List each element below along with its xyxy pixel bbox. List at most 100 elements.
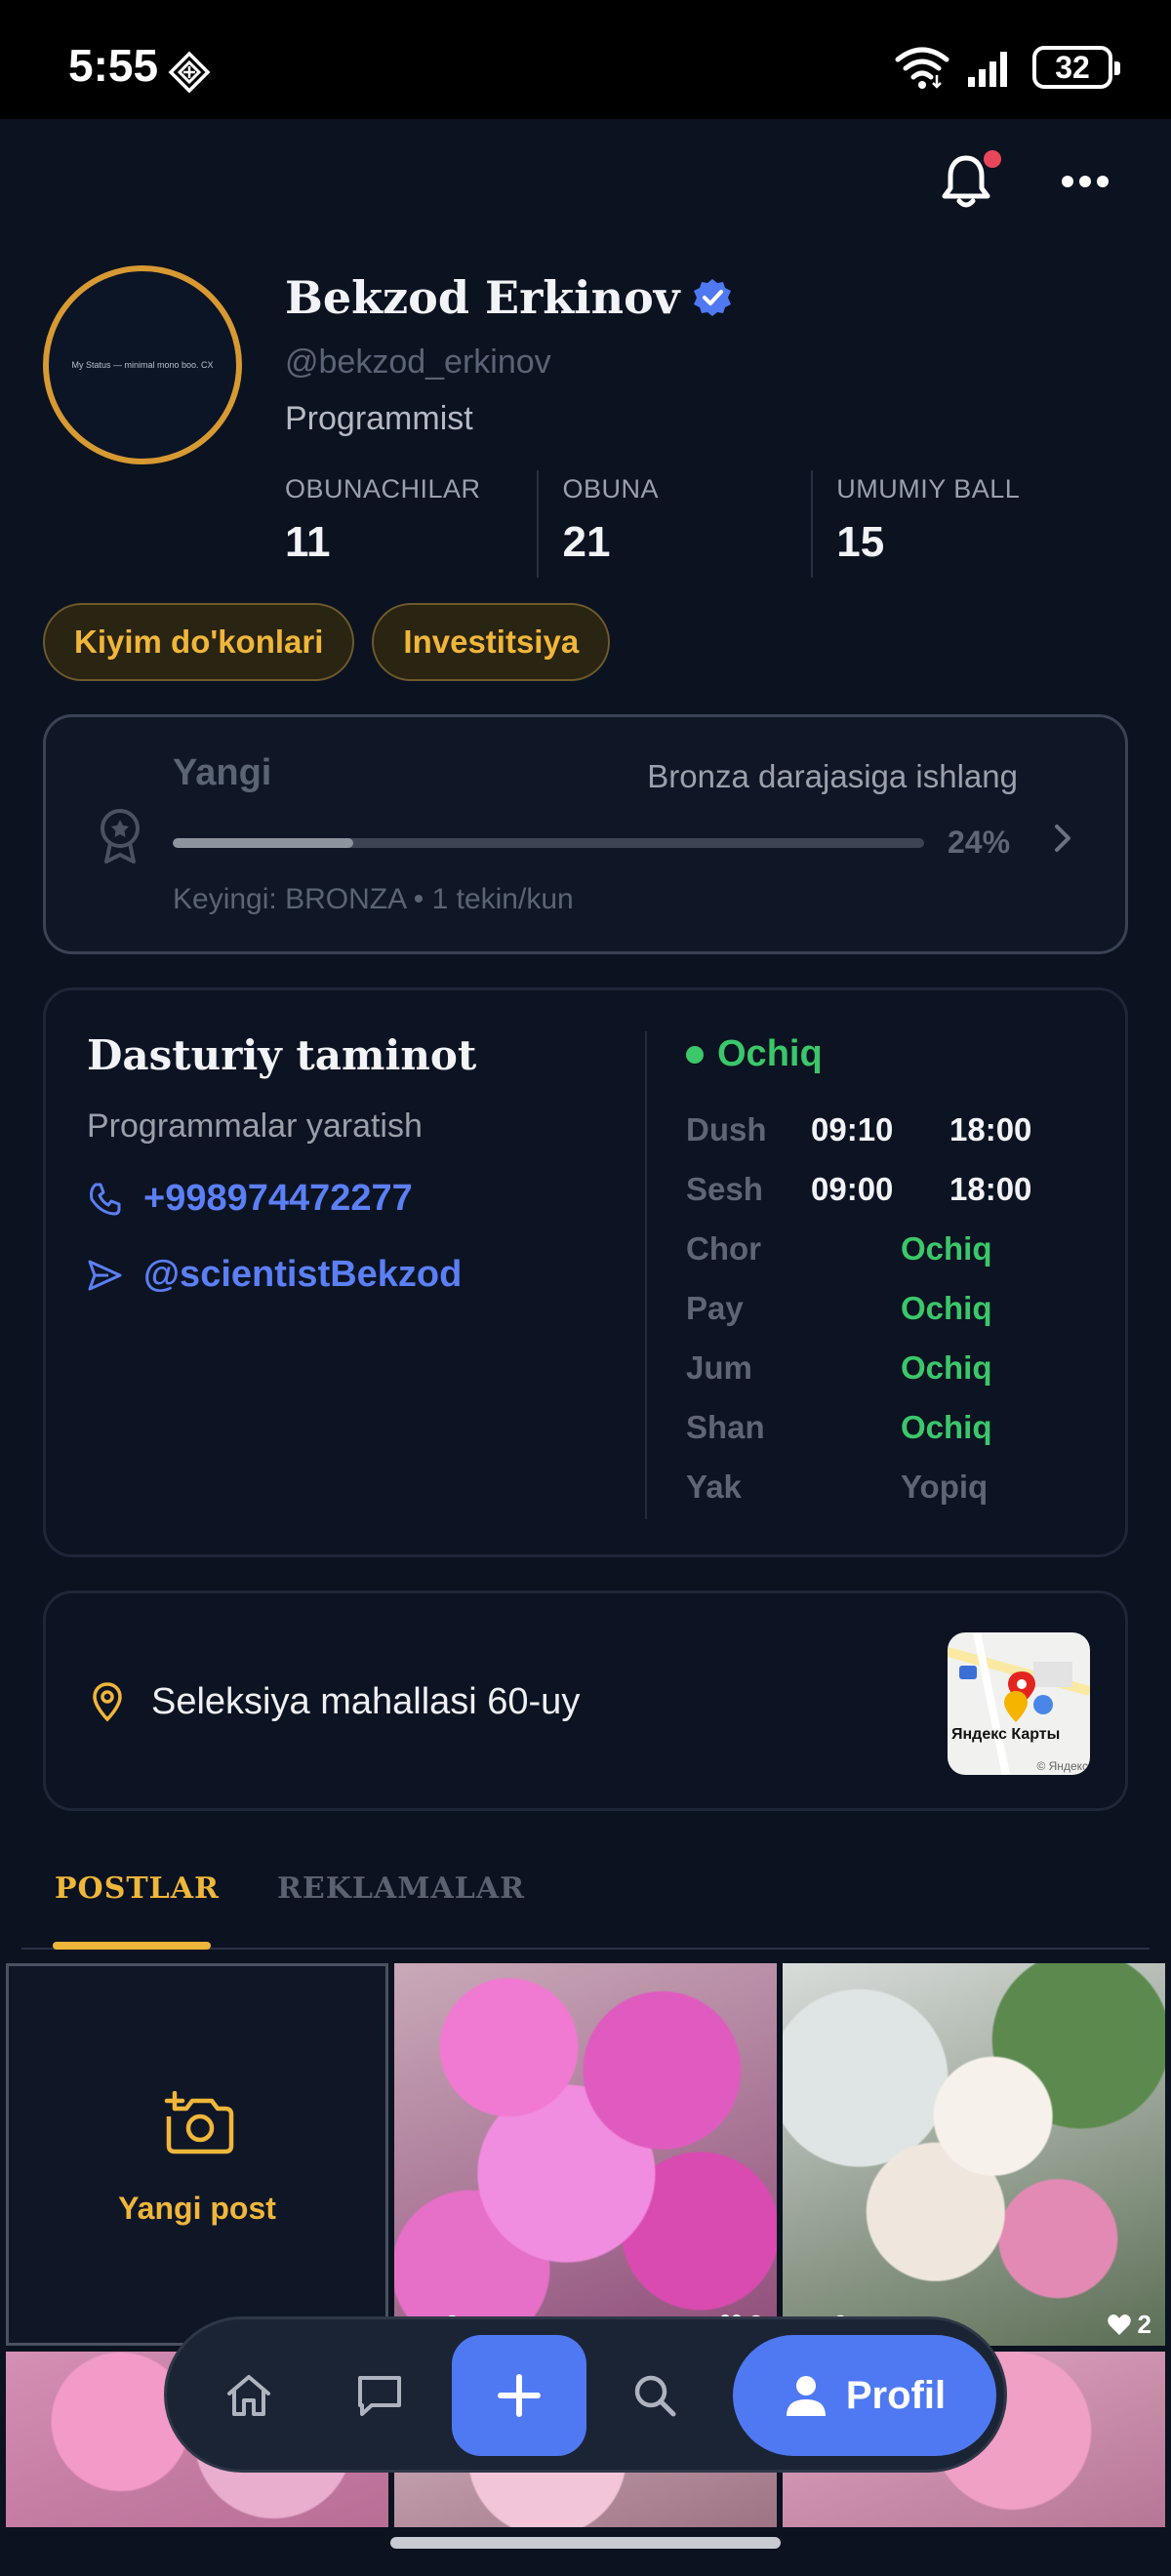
address-card[interactable]: Seleksiya mahallasi 60-uy Яндекс Карты ©… [43,1590,1128,1811]
map-copyright: © Яндекс [1036,1759,1088,1773]
map-preview-icon [948,1632,1090,1775]
hours-day: Yak [686,1468,742,1505]
level-hint: Bronza darajasiga ishlang [647,758,1018,794]
profile-name: Bekzod Erkinov [285,271,680,324]
map-brand: Яндекс Карты [951,1726,1061,1743]
hours-row: Yak Yopiq [686,1457,1096,1516]
nav-profile[interactable]: Profil [733,2335,996,2456]
hours-state: Ochiq [901,1348,992,1386]
nav-messages[interactable] [333,2349,426,2442]
avatar-text: My Status — minimal mono boo. CX [71,360,214,370]
verified-badge-icon [693,279,731,316]
status-time: 5:55 [68,40,159,91]
wifi-icon [895,47,949,89]
notification-badge [984,150,1001,168]
status-bar: 5:55 32 [0,0,1171,119]
nav-profile-label: Profil [845,2373,947,2417]
address-text: Seleksiya mahallasi 60-uy [151,1681,581,1722]
new-post-label: Yangi post [118,2191,276,2226]
profile-name-row: Bekzod Erkinov [285,271,733,324]
nav-home[interactable] [202,2349,296,2442]
stat-label: OBUNACHILAR [285,474,481,503]
bottom-navigation: Profil [164,2316,1007,2473]
tab-ads[interactable]: REKLAMALAR [277,1872,525,1906]
hours-row: Dush 09:10 18:00 [686,1100,1096,1159]
person-icon [786,2376,826,2416]
level-progress-percent: 24% [948,825,1011,860]
post-thumbnail[interactable]: 0 2 [783,1963,1165,2346]
open-status-dot [686,1045,704,1064]
chevron-right-icon [1055,825,1070,852]
nav-search[interactable] [608,2349,702,2442]
hours-row: Chor Ochiq [686,1219,1096,1278]
hours-state: Ochiq [901,1229,992,1267]
stat-followers[interactable]: OBUNACHILAR 11 [285,470,537,578]
business-title: Dasturiy taminot [87,1031,477,1079]
stat-value: 15 [836,518,885,566]
profile-bio: Programmist [285,400,473,437]
telegram-link[interactable]: @scientistBekzod [87,1254,462,1296]
plus-icon [498,2374,541,2417]
add-photo-icon [164,2091,234,2154]
level-title: Yangi [173,752,272,793]
working-hours: Dush 09:10 18:00 Sesh 09:00 18:00 Chor O… [686,1100,1096,1516]
hours-state: Yopiq [901,1468,989,1505]
hours-close: 18:00 [949,1170,1032,1207]
divider [645,1031,647,1519]
likes-count: 2 [1107,2310,1151,2340]
telegram-handle: @scientistBekzod [143,1254,463,1295]
hours-row: Shan Ochiq [686,1397,1096,1457]
stat-total-points: UMUMIY BALL 15 [811,470,1085,578]
hours-day: Dush [686,1110,767,1147]
hours-state: Ochiq [901,1289,992,1326]
hours-day: Sesh [686,1170,763,1207]
business-card: Dasturiy taminot Programmalar yaratish +… [43,987,1128,1557]
send-icon [88,1260,122,1290]
phone-link[interactable]: +998974472277 [87,1178,413,1220]
status-icons: 32 [894,43,1120,92]
hours-state: Ochiq [901,1408,992,1445]
tab-active-indicator [53,1942,211,1950]
hours-day: Jum [686,1348,752,1386]
stat-value: 21 [562,518,611,566]
signal-icon [968,52,1007,87]
open-status-label: Ochiq [717,1033,823,1074]
hours-row: Sesh 09:00 18:00 [686,1159,1096,1219]
search-icon [634,2375,676,2417]
category-chip[interactable]: Kiyim do'konlari [43,603,355,681]
hours-day: Shan [686,1408,765,1445]
hours-row: Jum Ochiq [686,1338,1096,1397]
hours-open: 09:00 [811,1170,894,1207]
new-post-button[interactable]: Yangi post [6,1963,388,2346]
hours-open: 09:10 [811,1110,894,1147]
category-chips: Kiyim do'konlari Investitsiya [43,603,611,681]
heart-icon [1107,2314,1131,2335]
profile-username: @bekzod_erkinov [285,343,551,381]
more-options-icon[interactable] [1060,172,1110,191]
avatar[interactable]: My Status — minimal mono boo. CX [43,265,242,464]
home-icon [227,2375,270,2416]
create-post-button[interactable] [452,2335,586,2456]
phone-number: +998974472277 [143,1178,413,1219]
post-thumbnail[interactable]: 0 2 [394,1963,777,2346]
likes-value: 2 [1137,2310,1151,2339]
hours-day: Pay [686,1289,744,1326]
home-indicator[interactable] [390,2537,781,2549]
tab-posts[interactable]: POSTLAR [55,1872,220,1906]
profile-stats: OBUNACHILAR 11 OBUNA 21 UMUMIY BALL 15 [285,470,1085,578]
level-card[interactable]: Yangi Bronza darajasiga ishlang 24% Keyi… [43,714,1128,954]
level-progress-bar [173,838,924,848]
level-next: Keyingi: BRONZA • 1 tekin/kun [173,883,574,915]
open-status: Ochiq [686,1033,823,1075]
level-progress-fill [173,838,353,848]
phone-icon [90,1183,121,1215]
location-pin-icon [93,1682,122,1722]
location-diamond-icon [168,51,211,94]
chat-icon [358,2376,401,2416]
stat-label: OBUNA [562,474,659,503]
map-thumbnail[interactable]: Яндекс Карты © Яндекс [948,1632,1090,1775]
category-chip[interactable]: Investitsiya [372,603,611,681]
hours-day: Chor [686,1229,761,1267]
hours-close: 18:00 [949,1110,1032,1147]
stat-following[interactable]: OBUNA 21 [537,470,811,578]
